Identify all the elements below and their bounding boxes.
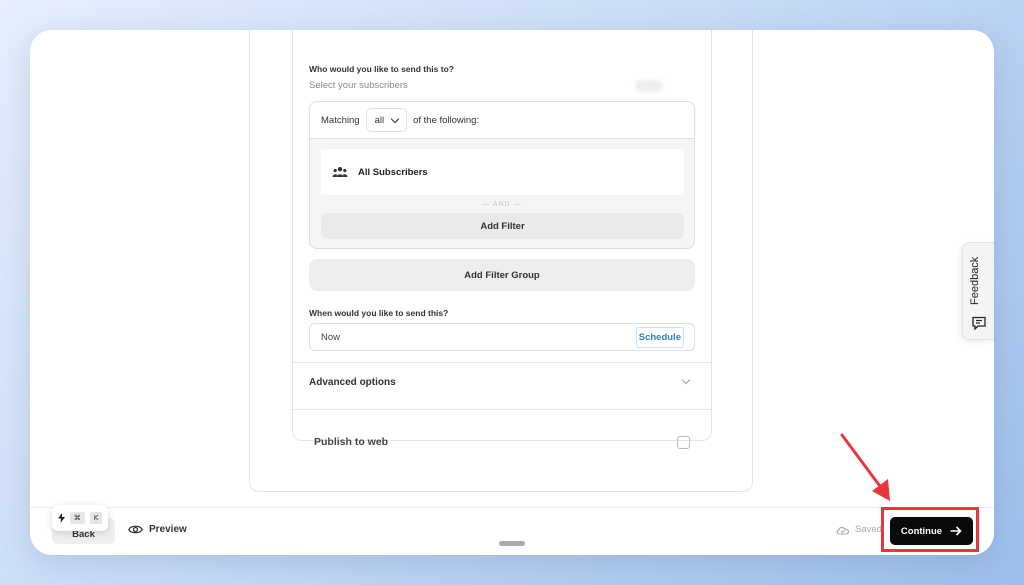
annotation-arrow: [840, 433, 890, 501]
publish-label: Publish to web: [314, 436, 389, 448]
cloud-check-icon: [836, 526, 850, 535]
add-filter-group-button[interactable]: Add Filter Group: [309, 259, 695, 291]
filter-group-box: Matching all of the following: All Subsc…: [309, 101, 695, 249]
preview-label: Preview: [149, 524, 187, 535]
matching-select-value: all: [374, 114, 385, 126]
chevron-down-icon: [390, 114, 400, 123]
blurred-count: [635, 80, 663, 92]
save-status: Saved: [836, 524, 882, 535]
continue-button[interactable]: Continue: [890, 517, 973, 545]
drag-handle[interactable]: [499, 541, 525, 546]
divider: [293, 362, 711, 363]
preview-button[interactable]: Preview: [128, 524, 187, 535]
matching-row: Matching all of the following:: [310, 102, 694, 139]
continue-label: Continue: [900, 525, 943, 537]
lightning-icon: [57, 513, 65, 523]
segment-label: All Subscribers: [358, 166, 428, 178]
divider: [293, 409, 711, 410]
publish-to-web-row: Publish to web: [314, 432, 690, 452]
shortcut-key-k: K: [89, 512, 103, 524]
send-time-value: Now: [321, 331, 341, 343]
users-icon: [332, 167, 348, 177]
matching-select[interactable]: all: [365, 108, 408, 132]
send-settings-card: Who would you like to send this to? Sele…: [292, 30, 712, 449]
feedback-label: Feedback: [969, 256, 981, 305]
content-panel: Who would you like to send this to? Sele…: [249, 30, 753, 492]
segment-all-subscribers[interactable]: All Subscribers: [321, 149, 684, 195]
advanced-options-toggle[interactable]: Advanced options: [309, 372, 695, 392]
schedule-button[interactable]: Schedule: [635, 326, 684, 348]
eye-icon: [128, 525, 143, 534]
feedback-tab[interactable]: Feedback: [962, 242, 994, 340]
shortcut-key-cmd: ⌘: [69, 512, 85, 524]
advanced-options-label: Advanced options: [309, 376, 396, 388]
chevron-down-icon: [681, 375, 691, 385]
chat-bubble-icon: [972, 316, 986, 330]
and-separator: — AND —: [482, 201, 522, 208]
send-time-field[interactable]: Now Schedule: [309, 323, 695, 351]
arrow-right-icon: [950, 526, 962, 536]
recipients-subtitle: Select your subscribers: [309, 80, 408, 91]
add-filter-button[interactable]: Add Filter: [321, 213, 684, 239]
when-question: When would you like to send this?: [309, 308, 449, 318]
publish-checkbox[interactable]: [677, 435, 690, 449]
matching-suffix: of the following:: [413, 114, 480, 126]
shortcut-popover[interactable]: ⌘ K: [52, 505, 108, 531]
saved-label: Saved: [855, 524, 882, 535]
recipients-question: Who would you like to send this to?: [309, 64, 454, 74]
matching-prefix: Matching: [321, 114, 360, 126]
